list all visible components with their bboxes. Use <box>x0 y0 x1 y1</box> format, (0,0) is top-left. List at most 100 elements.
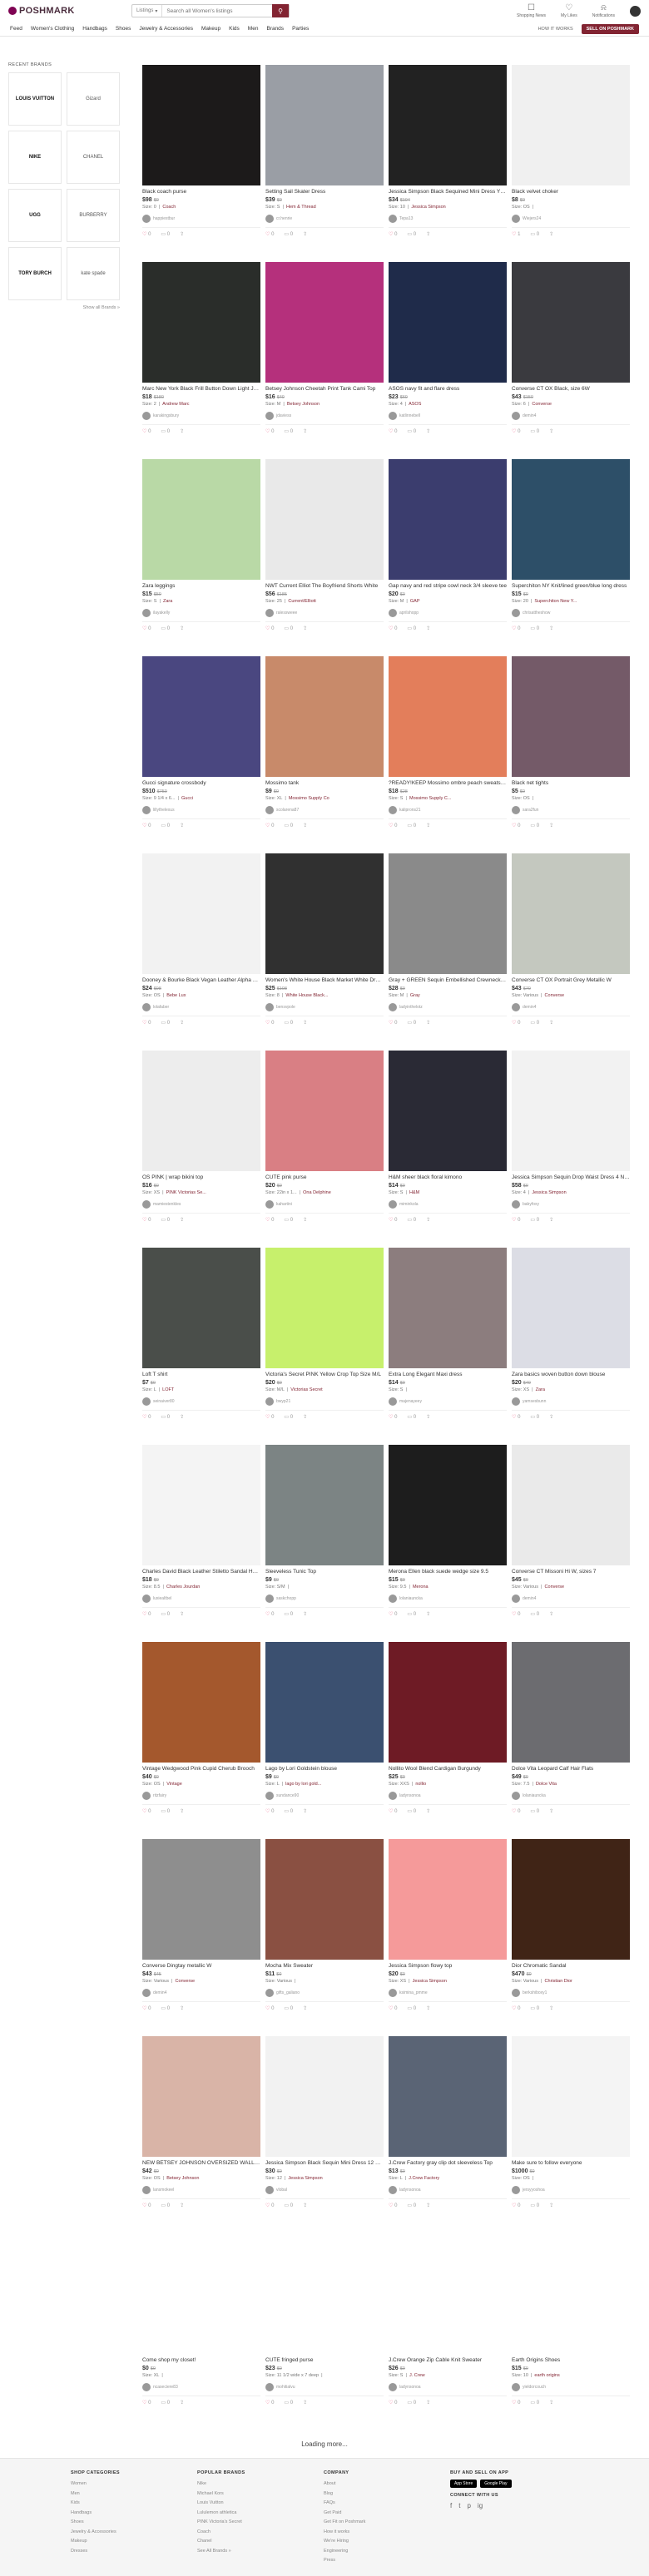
comment-button[interactable]: ▭ 0 <box>530 1414 539 1420</box>
search-input[interactable] <box>162 5 272 17</box>
listing-title[interactable]: Zara leggings <box>142 583 260 590</box>
listing-image[interactable] <box>142 459 260 580</box>
share-button[interactable]: ⇪ <box>426 1414 430 1420</box>
listing-brand[interactable]: Bebe Lux <box>166 993 186 998</box>
like-button[interactable]: ♡ 0 <box>265 1611 274 1617</box>
listing-brand[interactable]: Ona Delphine <box>303 1190 331 1195</box>
share-button[interactable]: ⇪ <box>180 231 184 237</box>
comment-button[interactable]: ▭ 0 <box>161 1414 170 1420</box>
listing-card[interactable]: Loft T shirt $7 $0 Size: L | LOFT seinaiver8… <box>142 1248 260 1445</box>
listing-image[interactable] <box>512 656 630 777</box>
listing-brand[interactable]: J.Crew Factory <box>409 2176 439 2181</box>
seller-name[interactable]: scolarena87 <box>276 808 299 813</box>
listing-brand[interactable]: Gucci <box>181 796 193 801</box>
listing-title[interactable]: Converse CT OX Black, size 6W <box>512 386 630 393</box>
like-button[interactable]: ♡ 0 <box>512 823 520 828</box>
share-button[interactable]: ⇪ <box>549 2203 553 2208</box>
listing-card[interactable]: Victoria's Secret PINK Yellow Crop Top S… <box>265 1248 384 1445</box>
seller-name[interactable]: luxiealtbel <box>153 1596 171 1601</box>
share-button[interactable]: ⇪ <box>180 1414 184 1420</box>
brand-tile-gizard[interactable]: Gizard <box>67 72 120 126</box>
seller-name[interactable]: bwyp21 <box>276 1399 290 1404</box>
listing-title[interactable]: Charles David Black Leather Stiletto San… <box>142 1569 260 1575</box>
seller-name[interactable]: karakingsbury <box>153 413 179 418</box>
share-button[interactable]: ⇪ <box>426 1611 430 1617</box>
comment-button[interactable]: ▭ 0 <box>284 2005 293 2011</box>
listing-title[interactable]: NWT Current Elliot The Boyfriend Shorts … <box>265 583 384 590</box>
listing-brand[interactable]: Jessica Simpson <box>532 1190 566 1195</box>
listing-title[interactable]: Mocha Mix Sweater <box>265 1963 384 1970</box>
listing-title[interactable]: Sleeveless Tunic Top <box>265 1569 384 1575</box>
like-button[interactable]: ♡ 0 <box>142 2005 151 2011</box>
listing-card[interactable]: NWT Current Elliot The Boyfriend Shorts … <box>265 459 384 656</box>
listing-card[interactable]: Charles David Black Leather Stiletto San… <box>142 1445 260 1642</box>
listing-seller[interactable]: ladynsonoa <box>389 2186 507 2194</box>
listing-image[interactable] <box>389 2036 507 2157</box>
comment-button[interactable]: ▭ 0 <box>161 2203 170 2208</box>
listing-brand[interactable]: nollio <box>415 1782 426 1787</box>
seller-name[interactable]: majenayeey <box>399 1399 422 1404</box>
listing-image[interactable] <box>512 262 630 383</box>
listing-image[interactable] <box>142 853 260 974</box>
listing-title[interactable]: OS PINK | wrap bikini top <box>142 1174 260 1181</box>
share-button[interactable]: ⇪ <box>303 2203 307 2208</box>
footer-link[interactable]: Kids <box>71 2499 197 2509</box>
comment-button[interactable]: ▭ 0 <box>407 1414 416 1420</box>
listing-seller[interactable]: Wiejers24 <box>512 215 630 223</box>
listing-seller[interactable]: ksimina_pmme <box>389 1989 507 1997</box>
listing-card[interactable]: Mossimo tank $9 $0 Size: XL | Mossimo Suppl… <box>265 656 384 853</box>
listing-image[interactable] <box>265 459 384 580</box>
comment-button[interactable]: ▭ 0 <box>284 2203 293 2208</box>
seller-name[interactable]: jdaviess <box>276 413 291 418</box>
listing-title[interactable]: Black net tights <box>512 780 630 787</box>
like-button[interactable]: ♡ 0 <box>265 1217 274 1223</box>
seller-name[interactable]: gifts_galiano <box>276 1990 300 1995</box>
like-button[interactable]: ♡ 0 <box>389 625 397 631</box>
listing-brand[interactable]: J. Crew <box>409 2373 425 2378</box>
listing-image[interactable] <box>389 1642 507 1763</box>
listing-card[interactable]: J.Crew Factory gray clip dot sleeveless … <box>389 2036 507 2233</box>
nav-item-shoes[interactable]: Shoes <box>116 26 131 32</box>
listing-brand[interactable]: Betsey Johnson <box>287 402 320 407</box>
comment-button[interactable]: ▭ 0 <box>530 823 539 828</box>
like-button[interactable]: ♡ 0 <box>389 2400 397 2405</box>
listing-image[interactable] <box>265 65 384 185</box>
listing-image[interactable] <box>142 1051 260 1171</box>
comment-button[interactable]: ▭ 0 <box>161 1611 170 1617</box>
listing-image[interactable] <box>265 853 384 974</box>
footer-link[interactable]: Press <box>324 2556 450 2566</box>
listing-card[interactable]: Gap navy and red stripe cowl neck 3/4 sl… <box>389 459 507 656</box>
seller-name[interactable]: chrisattheshow <box>523 611 550 616</box>
seller-name[interactable]: demin4 <box>523 1596 536 1601</box>
like-button[interactable]: ♡ 0 <box>142 428 151 434</box>
seller-name[interactable]: vlobal <box>276 2188 287 2193</box>
comment-button[interactable]: ▭ 0 <box>284 231 293 237</box>
listing-title[interactable]: Marc New York Black Frill Button Down Li… <box>142 386 260 393</box>
listing-seller[interactable]: demin4 <box>512 1003 630 1011</box>
listing-title[interactable]: Black velvet choker <box>512 189 630 195</box>
seller-name[interactable]: berkshiboxy1 <box>523 1990 547 1995</box>
share-button[interactable]: ⇪ <box>303 2005 307 2011</box>
seller-name[interactable]: lolaniauncka <box>523 1793 546 1798</box>
listing-brand[interactable]: Gray <box>410 993 420 998</box>
like-button[interactable]: ♡ 0 <box>512 2005 520 2011</box>
listing-card[interactable]: ASOS navy fit and flare dress $23 $60 Size:… <box>389 262 507 459</box>
seller-name[interactable]: Wiejers24 <box>523 216 541 221</box>
listing-brand[interactable]: Hem & Thread <box>286 205 316 210</box>
nav-item-brands[interactable]: Brands <box>266 26 284 32</box>
listing-seller[interactable]: yieldorcouch <box>512 2383 630 2391</box>
comment-button[interactable]: ▭ 0 <box>530 1611 539 1617</box>
footer-link[interactable]: Get Fit on Poshmark <box>324 2518 450 2528</box>
listing-card[interactable]: Make sure to follow everyone $1000 $0 Size:… <box>512 2036 630 2233</box>
listing-seller[interactable]: babyfoxy <box>512 1200 630 1209</box>
listing-title[interactable]: Nollito Wool Blend Cardigan Burgundy <box>389 1766 507 1773</box>
listing-seller[interactable]: majenayeey <box>389 1397 507 1406</box>
listing-image[interactable] <box>142 656 260 777</box>
listing-card[interactable]: Come shop my closet! $0 $0 Size: XL | ncase… <box>142 2233 260 2430</box>
comment-button[interactable]: ▭ 0 <box>407 2400 416 2405</box>
listing-title[interactable]: Jessica Simpson Black Sequined Mini Dres… <box>389 189 507 195</box>
comment-button[interactable]: ▭ 0 <box>284 1611 293 1617</box>
seller-name[interactable]: lolaniauncka <box>399 1596 423 1601</box>
listing-seller[interactable]: mamiestenkles <box>142 1200 260 1209</box>
comment-button[interactable]: ▭ 0 <box>530 1217 539 1223</box>
